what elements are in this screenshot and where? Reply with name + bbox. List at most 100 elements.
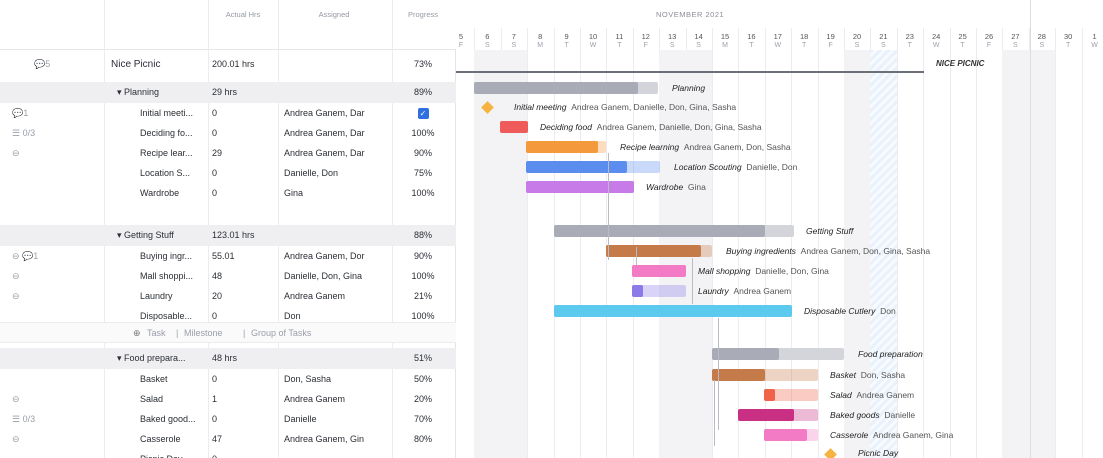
row-status-icons[interactable]: ☰ 0/3 — [12, 414, 102, 425]
row-status-icons[interactable]: ☰ 0/3 — [12, 128, 102, 139]
task-row[interactable]: Location S... 0 Danielle, Don 75% — [0, 163, 456, 184]
task-row[interactable]: ⊖ Mall shoppi... 48 Danielle, Don, Gina … — [0, 266, 456, 287]
task-bar[interactable] — [738, 409, 818, 421]
task-hours[interactable]: 20 — [212, 291, 274, 301]
checkmark-icon[interactable]: ✓ — [417, 108, 429, 119]
task-hours[interactable]: 0 — [212, 454, 274, 458]
milestone-diamond[interactable] — [824, 448, 837, 458]
row-status-icons[interactable]: ⊖ — [12, 291, 102, 302]
add-plus-icon[interactable]: ⊕ — [133, 328, 141, 339]
task-hours[interactable]: 47 — [212, 434, 274, 444]
task-name[interactable]: Mall shoppi... — [140, 271, 208, 281]
task-hours[interactable]: 48 — [212, 271, 274, 281]
task-name[interactable]: Casserole — [140, 434, 208, 444]
task-row[interactable]: ☰ 0/3 Baked good... 0 Danielle 70% — [0, 409, 456, 430]
task-assignees[interactable]: Gina — [284, 188, 390, 198]
task-bar[interactable] — [632, 265, 686, 277]
task-bar[interactable] — [526, 181, 634, 193]
task-hours[interactable]: 29 — [212, 148, 274, 158]
group-name[interactable]: ▾ Getting Stuff — [117, 230, 207, 241]
group-progress: 89% — [413, 87, 432, 97]
task-name[interactable]: Deciding fo... — [140, 128, 208, 138]
row-status-icons[interactable]: 💬1 — [12, 108, 102, 119]
task-row[interactable]: ⊖ Casserole 47 Andrea Ganem, Gin 80% — [0, 429, 456, 450]
task-hours[interactable]: 55.01 — [212, 251, 274, 261]
task-assignees[interactable]: Don — [284, 311, 390, 321]
task-hours[interactable]: 0 — [212, 374, 274, 384]
task-name[interactable]: Baked good... — [140, 414, 208, 424]
task-row[interactable]: ☰ 0/3 Deciding fo... 0 Andrea Ganem, Dar… — [0, 123, 456, 144]
task-assignees[interactable]: Andrea Ganem, Dor — [284, 251, 390, 261]
group-name[interactable]: ▾ Food prepara... — [117, 353, 207, 364]
task-bar[interactable] — [526, 161, 660, 173]
task-name[interactable]: Buying ingr... — [140, 251, 208, 261]
task-assignees[interactable]: Danielle — [284, 414, 390, 424]
row-status-icons[interactable]: ⊖ 💬1 — [12, 251, 102, 262]
task-assignees[interactable]: Andrea Ganem — [284, 291, 390, 301]
project-name[interactable]: Nice Picnic — [111, 59, 206, 70]
task-row[interactable]: Wardrobe 0 Gina 100% — [0, 183, 456, 204]
task-bar[interactable] — [632, 285, 686, 297]
task-row[interactable]: ⊖ Laundry 20 Andrea Ganem 21% — [0, 286, 456, 307]
row-status-icons[interactable]: ⊖ — [12, 148, 102, 159]
task-name[interactable]: Basket — [140, 374, 208, 384]
task-hours[interactable]: 0 — [212, 414, 274, 424]
column-header-actual-hrs[interactable]: Actual Hrs — [212, 10, 274, 19]
day-header: 12 F — [641, 32, 650, 49]
task-name[interactable]: Location S... — [140, 168, 208, 178]
task-hours[interactable]: 0 — [212, 311, 274, 321]
task-name[interactable]: Disposable... — [140, 311, 208, 321]
task-hours[interactable]: 0 — [212, 128, 274, 138]
task-bar[interactable] — [500, 121, 528, 133]
task-assignees[interactable]: Andrea Ganem, Gin — [284, 434, 390, 444]
task-hours[interactable]: 0 — [212, 188, 274, 198]
task-name[interactable]: Picnic Day — [140, 454, 208, 458]
task-row[interactable]: 💬1 Initial meeti... 0 Andrea Ganem, Dar … — [0, 103, 456, 124]
task-row[interactable]: ⊖ 💬1 Buying ingr... 55.01 Andrea Ganem, … — [0, 246, 456, 267]
task-assignees[interactable]: Andrea Ganem, Dar — [284, 128, 390, 138]
task-bar[interactable] — [554, 305, 792, 317]
group-row[interactable]: ▾ Planning 29 hrs 89% — [0, 82, 456, 103]
task-name[interactable]: Initial meeti... — [140, 108, 208, 118]
task-name[interactable]: Salad — [140, 394, 208, 404]
task-assignees[interactable]: Andrea Ganem, Dar — [284, 108, 390, 118]
task-hours[interactable]: 1 — [212, 394, 274, 404]
task-assignees[interactable]: Andrea Ganem — [284, 394, 390, 404]
group-summary-bar[interactable] — [474, 82, 658, 94]
task-bar[interactable] — [606, 245, 712, 257]
project-timeline-label: NICE PICNIC — [936, 59, 985, 68]
group-row[interactable]: ▾ Getting Stuff 123.01 hrs 88% — [0, 225, 456, 246]
task-hours[interactable]: 0 — [212, 168, 274, 178]
task-bar[interactable] — [712, 369, 818, 381]
task-assignees[interactable]: Andrea Ganem, Dar — [284, 148, 390, 158]
task-hours[interactable]: 0 — [212, 108, 274, 118]
add-group-link[interactable]: Group of Tasks — [251, 328, 311, 338]
row-status-icons[interactable]: ⊖ — [12, 394, 102, 405]
task-bar[interactable] — [526, 141, 606, 153]
task-row[interactable]: Basket 0 Don, Sasha 50% — [0, 369, 456, 390]
task-assignees[interactable]: Don, Sasha — [284, 374, 390, 384]
task-assignees[interactable]: Danielle, Don — [284, 168, 390, 178]
task-bar[interactable] — [764, 389, 818, 401]
column-header-assigned[interactable]: Assigned — [284, 10, 384, 19]
task-row[interactable]: ⊖ Salad 1 Andrea Ganem 20% — [0, 389, 456, 410]
task-assignees[interactable]: Danielle, Don, Gina — [284, 271, 390, 281]
progress-cell: 100% — [411, 311, 435, 321]
task-name[interactable]: Recipe lear... — [140, 148, 208, 158]
group-name[interactable]: ▾ Planning — [117, 87, 207, 98]
group-summary-bar[interactable] — [712, 348, 844, 360]
add-milestone-link[interactable]: Milestone — [184, 328, 223, 338]
project-row[interactable]: 💬5 Nice Picnic 200.01 hrs 73% — [0, 54, 456, 75]
task-row[interactable]: Picnic Day 0 — [0, 449, 456, 458]
row-status-icons[interactable]: ⊖ — [12, 434, 102, 445]
group-summary-bar[interactable] — [554, 225, 794, 237]
task-bar[interactable] — [764, 429, 818, 441]
group-row[interactable]: ▾ Food prepara... 48 hrs 51% — [0, 348, 456, 369]
progress-cell: 50% — [413, 374, 432, 384]
task-name[interactable]: Wardrobe — [140, 188, 208, 198]
column-header-progress[interactable]: Progress — [398, 10, 448, 19]
add-task-link[interactable]: Task — [147, 328, 166, 338]
task-row[interactable]: ⊖ Recipe lear... 29 Andrea Ganem, Dar 90… — [0, 143, 456, 164]
task-name[interactable]: Laundry — [140, 291, 208, 301]
row-status-icons[interactable]: ⊖ — [12, 271, 102, 282]
